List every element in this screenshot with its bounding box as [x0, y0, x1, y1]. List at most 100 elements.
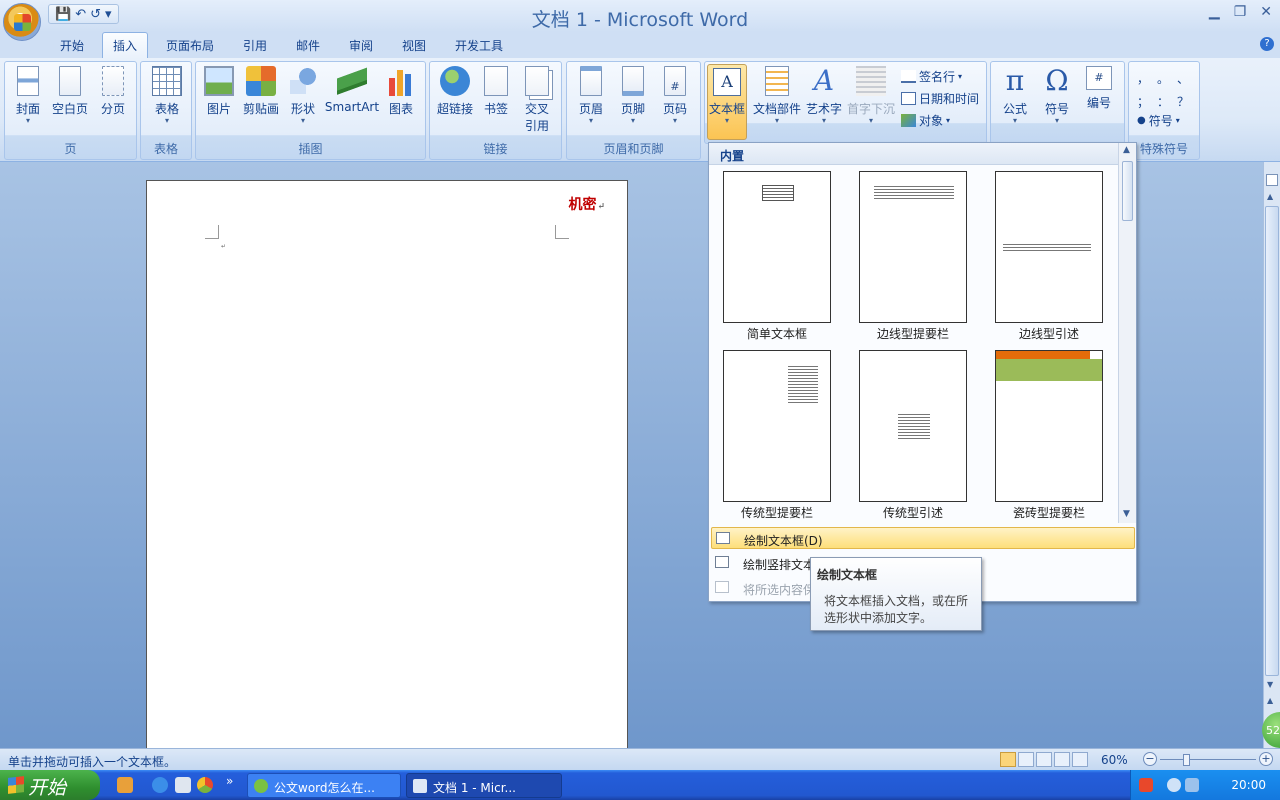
tray-expand-icon[interactable] — [1167, 778, 1181, 792]
minimize-icon[interactable]: ▁ — [1209, 4, 1220, 20]
draft-view-icon[interactable] — [1072, 752, 1088, 767]
scroll-down-icon[interactable]: ▼ — [1123, 509, 1130, 519]
date-time-button[interactable]: 日期和时间 — [901, 90, 979, 107]
group-text: A 文本框 ▾ 文档部件 ▾ A 艺术字 ▾ 首字下沉 ▾ 签名行 ▾ 日期和时间 对象 ▾ — [704, 61, 987, 144]
gallery-item-sidebar-border[interactable]: 边线型提要栏 — [859, 171, 967, 342]
number-button[interactable]: # 编号 — [1079, 66, 1119, 111]
group-illustrations: 图片 剪贴画 形状 ▾ SmartArt 图表 插图 — [195, 61, 426, 160]
zoom-slider-track[interactable] — [1160, 759, 1256, 760]
cross-reference-button[interactable]: 交叉 引用 — [518, 66, 556, 134]
tab-mailings[interactable]: 邮件 — [296, 37, 320, 54]
shapes-button[interactable]: 形状 ▾ — [286, 66, 320, 125]
tab-home[interactable]: 开始 — [60, 37, 84, 54]
text-box-button[interactable]: A 文本框 ▾ — [707, 64, 747, 140]
restore-icon[interactable]: ❐ — [1234, 4, 1247, 20]
omega-icon: Ω — [1045, 64, 1069, 97]
hyperlink-button[interactable]: 超链接 — [434, 66, 476, 117]
sogou-icon[interactable] — [1139, 778, 1153, 792]
draw-text-box-menu-item[interactable]: 绘制文本框(D) — [711, 527, 1135, 549]
tab-page-layout[interactable]: 页面布局 — [166, 37, 214, 54]
full-screen-reading-view-icon[interactable] — [1018, 752, 1034, 767]
chart-button[interactable]: 图表 — [384, 66, 418, 117]
more-icon[interactable]: » — [226, 774, 233, 788]
start-button[interactable]: 开始 — [0, 770, 100, 800]
shapes-icon — [288, 66, 318, 96]
cover-page-icon — [17, 66, 39, 96]
cover-page-button[interactable]: 封面 ▾ — [11, 66, 45, 125]
scroll-up-icon[interactable]: ▲ — [1267, 192, 1273, 201]
zoom-slider-thumb[interactable] — [1182, 754, 1190, 766]
tooltip-title: 绘制文本框 — [817, 568, 878, 582]
network-icon[interactable] — [1185, 778, 1199, 792]
close-icon[interactable]: ✕ — [1260, 4, 1272, 20]
table-button[interactable]: 表格 ▾ — [147, 66, 187, 125]
quick-launch-icon[interactable] — [117, 777, 133, 793]
signature-line-button[interactable]: 签名行 ▾ — [901, 68, 962, 85]
symbol-button[interactable]: Ω 符号 ▾ — [1037, 66, 1077, 125]
footer-button[interactable]: 页脚 ▾ — [615, 66, 651, 125]
tab-developer[interactable]: 开发工具 — [455, 37, 503, 54]
clip-art-icon — [246, 66, 276, 96]
web-layout-view-icon[interactable] — [1036, 752, 1052, 767]
gallery-item-simple-text-box[interactable]: 简单文本框 — [723, 171, 831, 342]
special-char[interactable]: 。 — [1157, 70, 1177, 87]
scroll-up-icon[interactable]: ▲ — [1123, 145, 1130, 155]
chrome-icon[interactable] — [197, 777, 213, 793]
document-page[interactable]: 机密↵ ↵ — [146, 180, 628, 748]
zoom-level[interactable]: 60% — [1101, 753, 1128, 767]
thumbnail-text-lines — [788, 365, 818, 405]
view-ruler-icon[interactable] — [1266, 174, 1278, 186]
scroll-thumb[interactable] — [1265, 206, 1279, 676]
gallery-item-traditional-sidebar[interactable]: 传统型提要栏 — [723, 350, 831, 521]
bookmark-button[interactable]: 书签 — [480, 66, 512, 117]
help-icon[interactable]: ? — [1260, 37, 1274, 51]
group-special-symbols: ， 。 、 ； ： ？ ● 符号 ▾ 特殊符号 — [1128, 61, 1200, 160]
tab-insert[interactable]: 插入 — [102, 32, 149, 59]
tab-view[interactable]: 视图 — [402, 37, 426, 54]
gallery-scroll-thumb[interactable] — [1122, 161, 1133, 221]
picture-button[interactable]: 图片 — [202, 66, 236, 117]
status-bar: 单击并拖动可插入一个文本框。 60% − + — [0, 748, 1280, 770]
taskbar-item[interactable]: 公文word怎么在... — [247, 773, 401, 798]
vertical-text-box-icon — [715, 556, 729, 568]
zoom-in-icon[interactable]: + — [1259, 752, 1273, 766]
outline-view-icon[interactable] — [1054, 752, 1070, 767]
gallery-item-quote-border[interactable]: 边线型引述 — [995, 171, 1103, 342]
equation-button[interactable]: π 公式 ▾ — [995, 66, 1035, 125]
quick-launch-icon[interactable] — [175, 777, 191, 793]
gallery-item-traditional-quote[interactable]: 传统型引述 — [859, 350, 967, 521]
office-button[interactable] — [3, 3, 41, 41]
group-label-header-footer: 页眉和页脚 — [603, 142, 664, 156]
taskbar-item-active[interactable]: 文档 1 - Micr... — [406, 773, 562, 798]
tab-references[interactable]: 引用 — [243, 37, 267, 54]
previous-page-icon[interactable]: ▲ — [1267, 696, 1273, 705]
gallery-scrollbar[interactable]: ▲ ▼ — [1118, 143, 1136, 523]
zoom-out-icon[interactable]: − — [1143, 752, 1157, 766]
picture-icon — [204, 66, 234, 96]
object-button[interactable]: 对象 ▾ — [901, 112, 950, 129]
wordart-button[interactable]: A 艺术字 ▾ — [803, 66, 845, 125]
gallery-item-tile-sidebar[interactable]: 瓷砖型提要栏 — [995, 350, 1103, 521]
special-char[interactable]: ， — [1137, 70, 1157, 87]
page-number-button[interactable]: # 页码 ▾ — [657, 66, 693, 125]
header-button[interactable]: 页眉 ▾ — [573, 66, 609, 125]
special-char[interactable]: ： — [1157, 93, 1177, 110]
quick-parts-button[interactable]: 文档部件 ▾ — [751, 66, 803, 125]
scroll-down-icon[interactable]: ▼ — [1267, 680, 1273, 689]
page-break-button[interactable]: 分页 — [95, 66, 131, 117]
special-char[interactable]: ； — [1137, 93, 1157, 110]
clip-art-button[interactable]: 剪贴画 — [240, 66, 282, 117]
smartart-icon — [337, 66, 367, 96]
tab-review[interactable]: 审阅 — [349, 37, 373, 54]
blank-page-button[interactable]: 空白页 — [49, 66, 91, 117]
bullet-icon: ● — [1137, 115, 1146, 126]
smartart-button[interactable]: SmartArt — [324, 66, 380, 114]
special-char[interactable]: ？ — [1177, 93, 1197, 110]
special-char[interactable]: 、 — [1177, 70, 1197, 87]
ie-icon[interactable] — [152, 777, 168, 793]
print-layout-view-icon[interactable] — [1000, 752, 1016, 767]
margin-corner-right — [555, 225, 569, 239]
vertical-scrollbar[interactable]: ▲ ▼ ▲ — [1263, 162, 1280, 748]
special-symbol-button[interactable]: ● 符号 ▾ — [1137, 112, 1180, 129]
drop-cap-button[interactable]: 首字下沉 ▾ — [845, 66, 897, 125]
